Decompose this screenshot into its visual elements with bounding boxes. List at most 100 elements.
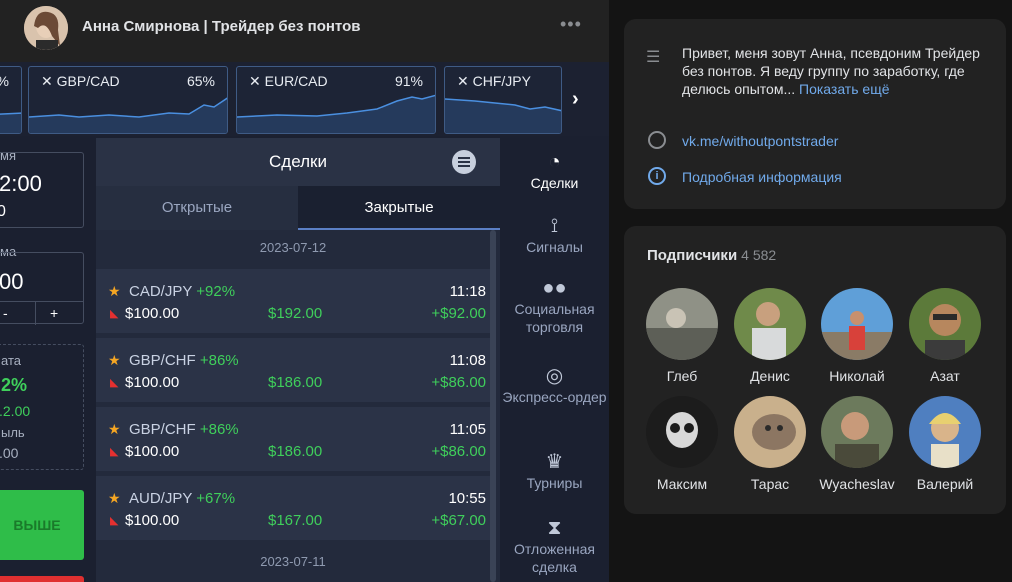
- subscriber-name: Азат: [930, 368, 960, 384]
- trade-time: 11:08: [449, 352, 486, 369]
- time-input[interactable]: 2:00 0: [0, 152, 84, 228]
- subscriber-name: Максим: [656, 476, 708, 492]
- subscriber[interactable]: Азат: [902, 288, 988, 384]
- trade-profit: +$67.00: [431, 512, 486, 529]
- deals-panel: Сделки Открытые Закрытые 2023-07-12 ★ CA…: [96, 138, 500, 582]
- higher-button[interactable]: ВЫШЕ: [0, 490, 84, 560]
- profit-label: ыль: [1, 425, 25, 440]
- ticker-percent: 65%: [186, 73, 215, 89]
- more-icon[interactable]: •••: [560, 14, 582, 35]
- subscribers-title[interactable]: Подписчики 4 582: [647, 247, 776, 264]
- people-icon: ●●: [542, 277, 567, 299]
- payout-value: .2.00: [0, 403, 31, 419]
- trade-time: 11:18: [449, 283, 486, 300]
- star-icon: ★: [108, 421, 121, 437]
- about-card: ☰ Привет, меня зовут Анна, псевдоним Тре…: [624, 19, 1006, 209]
- trade-row[interactable]: ★ GBP/CHF +86% ◣ $100.00 $186.00 11:05 +…: [96, 407, 490, 471]
- tab-closed[interactable]: Закрытые: [298, 186, 500, 230]
- time-value: 2:00: [0, 171, 42, 196]
- subscriber[interactable]: Глеб: [639, 288, 725, 384]
- trade-pair: AUD/JPY +67%: [129, 490, 236, 507]
- trade-payout: $186.00: [268, 443, 323, 460]
- author-avatar[interactable]: [24, 6, 68, 50]
- list-icon[interactable]: [452, 150, 476, 174]
- nav-label: Экспресс-ордер: [502, 389, 607, 405]
- nav-social[interactable]: ●● Социальная торговля: [500, 276, 609, 336]
- nav-pending[interactable]: ⧗ Отложенная сделка: [500, 516, 609, 576]
- star-icon: ★: [108, 352, 121, 368]
- nav-signals[interactable]: ⟟ Сигналы: [500, 214, 609, 256]
- globe-icon: [648, 131, 666, 149]
- trade-payout: $167.00: [268, 512, 323, 529]
- ticker-bar: % ✕ GBP/CAD 65% ✕ EUR/CAD 91% ✕ CHF/JPY …: [0, 62, 609, 136]
- trade-profit: +$86.00: [431, 443, 486, 460]
- payout-percent: 2%: [1, 375, 28, 395]
- date-separator: 2023-07-12: [259, 240, 327, 255]
- star-icon: ★: [108, 490, 121, 506]
- ticker-pair: ✕ EUR/CAD: [249, 73, 328, 89]
- subscriber[interactable]: Максим: [639, 396, 725, 492]
- about-text: Привет, меня зовут Анна, псевдоним Трейд…: [682, 45, 980, 97]
- subscriber-name: Валерий: [916, 476, 974, 492]
- nav-label: Турниры: [526, 475, 583, 491]
- subscriber-name: Николай: [829, 368, 885, 384]
- trade-amount: $100.00: [125, 374, 180, 391]
- avatar: [646, 396, 718, 468]
- subscriber[interactable]: Николай: [814, 288, 900, 384]
- ticker-item[interactable]: %: [0, 66, 22, 134]
- deals-title: Сделки: [269, 152, 327, 171]
- avatar: [821, 396, 893, 468]
- subscribers-card: Подписчики 4 582 Глеб Денис Николай Азат …: [624, 226, 1006, 514]
- subscriber[interactable]: Тарас: [727, 396, 813, 492]
- nav-tournaments[interactable]: ♛ Турниры: [500, 450, 609, 492]
- post-panel: Анна Смирнова | Трейдер без понтов ••• %…: [0, 0, 609, 582]
- website-link[interactable]: vk.me/withoutpontstrader: [682, 133, 838, 149]
- trade-pair: GBP/CHF +86%: [129, 421, 239, 438]
- nav-label: Сигналы: [526, 239, 583, 255]
- trade-row[interactable]: ★ AUD/JPY +67% ◣ $100.00 $167.00 10:55 +…: [96, 476, 490, 540]
- order-panel: мя 2:00 0 ма 00 - + ата 2% .2.00 ыль .00…: [0, 138, 96, 582]
- trade-profit: +$92.00: [431, 305, 486, 322]
- down-arrow-icon: ◣: [110, 308, 119, 320]
- lower-button[interactable]: [0, 576, 84, 582]
- author-name[interactable]: Анна Смирнова | Трейдер без понтов: [82, 18, 360, 35]
- down-arrow-icon: ◣: [110, 377, 119, 389]
- trade-payout: $192.00: [268, 305, 323, 322]
- minus-button[interactable]: -: [3, 305, 8, 321]
- avatar: [734, 288, 806, 360]
- text-lines-icon: ☰: [646, 49, 661, 66]
- scrollbar[interactable]: [490, 230, 496, 582]
- stepper-divider: [0, 301, 83, 302]
- trophy-icon: ♛: [545, 451, 564, 473]
- subscriber[interactable]: Денис: [727, 288, 813, 384]
- post-header: Анна Смирнова | Трейдер без понтов •••: [0, 0, 609, 58]
- trade-time: 10:55: [448, 490, 486, 507]
- show-more-link[interactable]: Показать ещё: [799, 81, 890, 97]
- tab-open[interactable]: Открытые: [96, 186, 298, 230]
- subscriber-name: Глеб: [666, 368, 698, 384]
- subscriber[interactable]: Wyacheslav: [814, 396, 900, 492]
- trade-row[interactable]: ★ GBP/CHF +86% ◣ $100.00 $186.00 11:08 +…: [96, 338, 490, 402]
- details-link[interactable]: Подробная информация: [682, 169, 842, 185]
- ticker-percent: 91%: [394, 73, 423, 89]
- nav-label: Отложенная сделка: [514, 541, 595, 575]
- trade-profit: +$86.00: [431, 374, 486, 391]
- amount-value: 00: [0, 269, 24, 294]
- amount-input[interactable]: 00 - +: [0, 252, 84, 325]
- trade-row[interactable]: ★ CAD/JPY +92% ◣ $100.00 $192.00 11:18 +…: [96, 269, 490, 333]
- ticker-item[interactable]: ✕ CHF/JPY: [444, 66, 562, 134]
- deals-tabs: Открытые Закрытые: [96, 186, 500, 230]
- ticker-percent: %: [0, 73, 9, 89]
- plus-button[interactable]: +: [50, 305, 58, 321]
- payout-label: ата: [1, 353, 21, 368]
- nav-express[interactable]: ◎ Экспресс-ордер: [500, 364, 609, 406]
- down-arrow-icon: ◣: [110, 446, 119, 458]
- chevron-right-icon[interactable]: ›: [572, 88, 579, 111]
- ticker-item[interactable]: ✕ EUR/CAD 91%: [236, 66, 436, 134]
- ticker-item[interactable]: ✕ GBP/CAD 65%: [28, 66, 228, 134]
- subscriber-name: Wyacheslav: [819, 476, 895, 492]
- subscriber[interactable]: Валерий: [902, 396, 988, 492]
- hourglass-icon: ⧗: [547, 517, 562, 539]
- nav-deals[interactable]: ◔ Сделки: [500, 150, 609, 192]
- stepper-divider: [35, 301, 36, 325]
